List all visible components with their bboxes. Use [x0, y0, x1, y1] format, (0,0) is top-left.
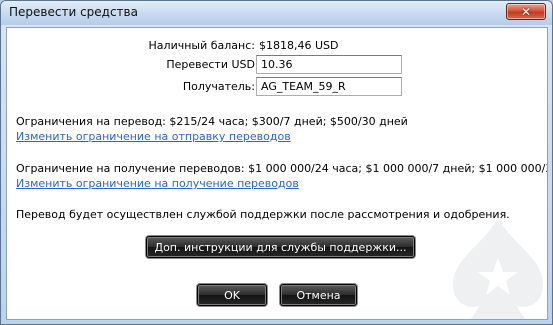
support-instructions-button-label: Доп. инструкции для службы поддержки...: [154, 240, 407, 254]
ok-button-label: OK: [224, 288, 240, 302]
recipient-value: AG_TEAM_59_R: [261, 80, 346, 93]
change-receive-limit-link[interactable]: Изменить ограничение на получение перево…: [16, 177, 299, 190]
recipient-label: Получатель:: [182, 80, 255, 93]
title-bar[interactable]: Перевести средства ✕: [1, 1, 552, 25]
spade-star-watermark-icon: [453, 218, 543, 319]
transfer-dialog: Перевести средства ✕ Наличный баланс: $1…: [0, 0, 553, 325]
recipient-input[interactable]: AG_TEAM_59_R: [256, 77, 402, 96]
support-instructions-button[interactable]: Доп. инструкции для службы поддержки...: [146, 236, 415, 258]
dialog-body: Наличный баланс: $1818,46 USD Перевести …: [6, 27, 548, 320]
balance-value: $1818,46 USD: [259, 39, 339, 52]
change-send-limit-link[interactable]: Изменить ограничение на отправку перевод…: [16, 130, 291, 143]
receive-limits-text: Ограничение на получение переводов: $1 0…: [16, 162, 548, 175]
close-button[interactable]: ✕: [506, 3, 546, 20]
cancel-button[interactable]: Отмена: [280, 284, 357, 306]
send-limits-text: Ограничения на перевод: $215/24 часа; $3…: [16, 115, 408, 128]
window-title: Перевести средства: [9, 5, 138, 19]
transfer-amount-input[interactable]: 10.36: [256, 55, 402, 74]
support-notice: Перевод будет осуществлен службой поддер…: [16, 208, 510, 221]
balance-label: Наличный баланс:: [148, 39, 255, 52]
ok-button[interactable]: OK: [197, 284, 267, 306]
cancel-button-label: Отмена: [296, 288, 341, 302]
transfer-amount-value: 10.36: [261, 58, 293, 71]
transfer-amount-label: Перевести USD: [166, 58, 255, 71]
close-icon: ✕: [520, 4, 532, 19]
